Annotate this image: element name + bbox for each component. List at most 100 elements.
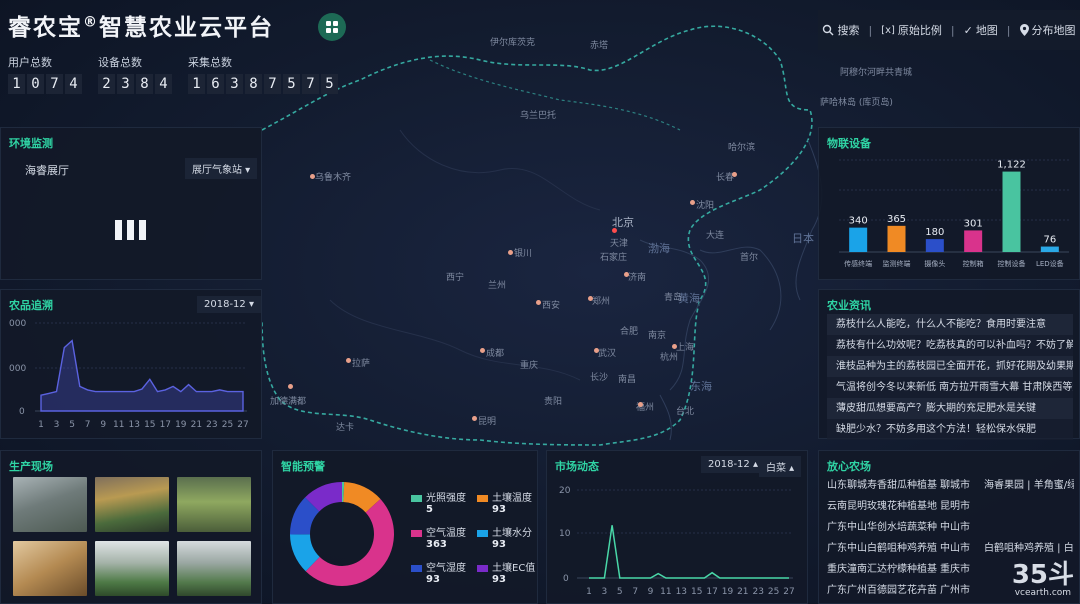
farm-extra: 白鹤咀种鸡养殖 | 白: [984, 543, 1074, 554]
legend-label: 空气湿度: [426, 563, 466, 574]
farm-city: 聊城市: [940, 480, 970, 491]
legend-value: 93: [492, 504, 506, 515]
news-item[interactable]: 淮枝品种为主的荔枝园已全面开花，抓好花期及幼果期病: [827, 356, 1073, 377]
farm-city: 中山市: [940, 543, 970, 554]
map-label-hefei: 合肥: [620, 327, 639, 337]
map-label-chongqing: 重庆: [520, 361, 539, 371]
map-label-lhasa: 拉萨: [352, 359, 371, 369]
map-label-xining: 西宁: [446, 273, 465, 283]
map-marker[interactable]: [310, 174, 315, 179]
map-label-ulaanbaatar: 乌兰巴托: [520, 111, 557, 121]
y-tick: 000: [9, 319, 26, 329]
legend-item[interactable]: 空气湿度 93: [411, 559, 466, 585]
map-marker[interactable]: [672, 344, 677, 349]
map-marker[interactable]: [588, 296, 593, 301]
map-label-jinan: 济南: [628, 273, 647, 283]
camera-thumbnail[interactable]: [13, 541, 87, 596]
farm-name: 广东中山白鹤咀种鸡养殖: [827, 543, 937, 554]
iot-bar[interactable]: [1002, 171, 1021, 252]
farm-extra: [984, 517, 1074, 538]
panel-title: 农业资讯: [827, 299, 871, 312]
farm-name: 重庆潼南汇达柠檬种植基: [827, 564, 937, 575]
iot-bar[interactable]: [1040, 246, 1059, 252]
grid-icon[interactable]: [318, 13, 346, 41]
title-rest: 智慧农业云平台: [99, 15, 274, 41]
legend-label: 土壤温度: [492, 493, 532, 504]
camera-thumbnail[interactable]: [95, 477, 169, 532]
search-button[interactable]: 搜索: [822, 22, 859, 38]
digit: 8: [136, 74, 153, 94]
map-marker[interactable]: [346, 358, 351, 363]
news-item[interactable]: 荔枝什么人能吃，什么人不能吃？食用时要注意: [827, 314, 1073, 335]
news-list: 荔枝什么人能吃，什么人不能吃？食用时要注意 荔枝有什么功效呢？吃荔枝真的可以补血…: [827, 314, 1073, 440]
digit: 7: [302, 74, 319, 94]
map-marker[interactable]: [732, 172, 737, 177]
legend-item[interactable]: 土壤水分 93: [477, 524, 532, 550]
iot-bar[interactable]: [925, 239, 944, 252]
x-tick: 21: [737, 587, 748, 597]
news-item[interactable]: 缺肥少水？不妨多用这个方法！轻松保水保肥: [827, 419, 1073, 440]
smart-alert-panel: 智能预警 光照强度 5 土壤温度 93 空气温度 363 土壤水分 93 空气湿度 93 土壤EC值…: [272, 450, 538, 604]
camera-thumbnail[interactable]: [177, 477, 251, 532]
digit: 5: [321, 74, 338, 94]
camera-thumbnail[interactable]: [177, 541, 251, 596]
map-marker[interactable]: [690, 200, 695, 205]
farm-row[interactable]: 广东中山华创水培蔬菜种 中山市: [827, 517, 1077, 538]
legend-item[interactable]: 土壤EC值 93: [477, 559, 535, 585]
farm-row[interactable]: 山东聊城寿香甜瓜种植基 聊城市 海睿果园 | 羊角蜜/绿: [827, 475, 1077, 496]
app-title: 睿农宝®智慧农业云平台: [8, 8, 274, 42]
x-tick: 21: [191, 420, 202, 430]
title-brand: 睿农宝: [8, 15, 83, 41]
bar-category-label: 传感终端: [844, 259, 872, 268]
map-marker[interactable]: [594, 348, 599, 353]
distribution-map-button[interactable]: 分布地图: [1019, 22, 1076, 38]
map-marker-beijing[interactable]: [612, 228, 617, 233]
news-item[interactable]: 荔枝有什么功效呢？吃荔枝真的可以补血吗？不妨了解一下: [827, 335, 1073, 356]
farm-name: 山东聊城寿香甜瓜种植基: [827, 480, 937, 491]
farm-row[interactable]: 云南昆明玫瑰花种植基地 昆明市: [827, 496, 1077, 517]
x-tick: 3: [54, 420, 60, 430]
y-tick: 0: [563, 574, 569, 584]
map-marker[interactable]: [480, 348, 485, 353]
digit: 3: [226, 74, 243, 94]
x-tick: 3: [602, 587, 608, 597]
title-registered: ®: [83, 14, 99, 31]
map-marker[interactable]: [508, 250, 513, 255]
legend-item[interactable]: 光照强度 5: [411, 489, 466, 515]
legend-item[interactable]: 土壤温度 93: [477, 489, 532, 515]
station-dropdown[interactable]: 展厅气象站: [185, 158, 258, 179]
legend-item[interactable]: 空气温度 363: [411, 524, 466, 550]
stat-users: 用户总数 1 0 7 4: [8, 54, 82, 94]
bar-category-label: 摄像头: [924, 259, 945, 268]
donut-slice[interactable]: [305, 498, 395, 587]
map-marker[interactable]: [624, 272, 629, 277]
map-marker[interactable]: [472, 416, 477, 421]
legend-label: 土壤EC值: [492, 563, 536, 574]
map-label-tianjin: 天津: [610, 239, 629, 249]
farm-name: 广东广州百德园艺花卉苗: [827, 585, 937, 596]
camera-thumbnail[interactable]: [13, 477, 87, 532]
iot-bar[interactable]: [887, 225, 906, 252]
farm-name: 云南昆明玫瑰花种植基地: [827, 501, 937, 512]
digit: 1: [188, 74, 205, 94]
farm-row[interactable]: 广东中山白鹤咀种鸡养殖 中山市 白鹤咀种鸡养殖 | 白: [827, 538, 1077, 559]
map-marker[interactable]: [536, 300, 541, 305]
iot-bar[interactable]: [964, 230, 983, 252]
x-tick: 17: [706, 587, 717, 597]
map-button[interactable]: ✓ 地图: [964, 22, 998, 38]
x-tick: 9: [100, 420, 106, 430]
x-tick: 1: [38, 420, 44, 430]
iot-bar[interactable]: [849, 227, 868, 252]
iot-device-panel: 物联设备 340 传感终端 365 监测终端 180 摄像头 301 控制箱 1,122 控制设备…: [818, 127, 1080, 280]
map-marker[interactable]: [638, 402, 643, 407]
bar-category-label: 监测终端: [883, 259, 911, 268]
digit: 8: [245, 74, 262, 94]
bar-value-label: 365: [887, 214, 906, 225]
map-marker[interactable]: [288, 384, 293, 389]
news-item[interactable]: 气温将创今冬以来新低 南方拉开雨雪大幕 甘肃陕西等迎降: [827, 377, 1073, 398]
trace-series: [40, 339, 244, 412]
camera-thumbnail[interactable]: [95, 541, 169, 596]
news-item[interactable]: 薄皮甜瓜想要高产？膨大期的充足肥水是关键: [827, 398, 1073, 419]
panel-title: 放心农场: [827, 460, 871, 473]
original-ratio-button[interactable]: [x] 原始比例: [881, 22, 942, 38]
